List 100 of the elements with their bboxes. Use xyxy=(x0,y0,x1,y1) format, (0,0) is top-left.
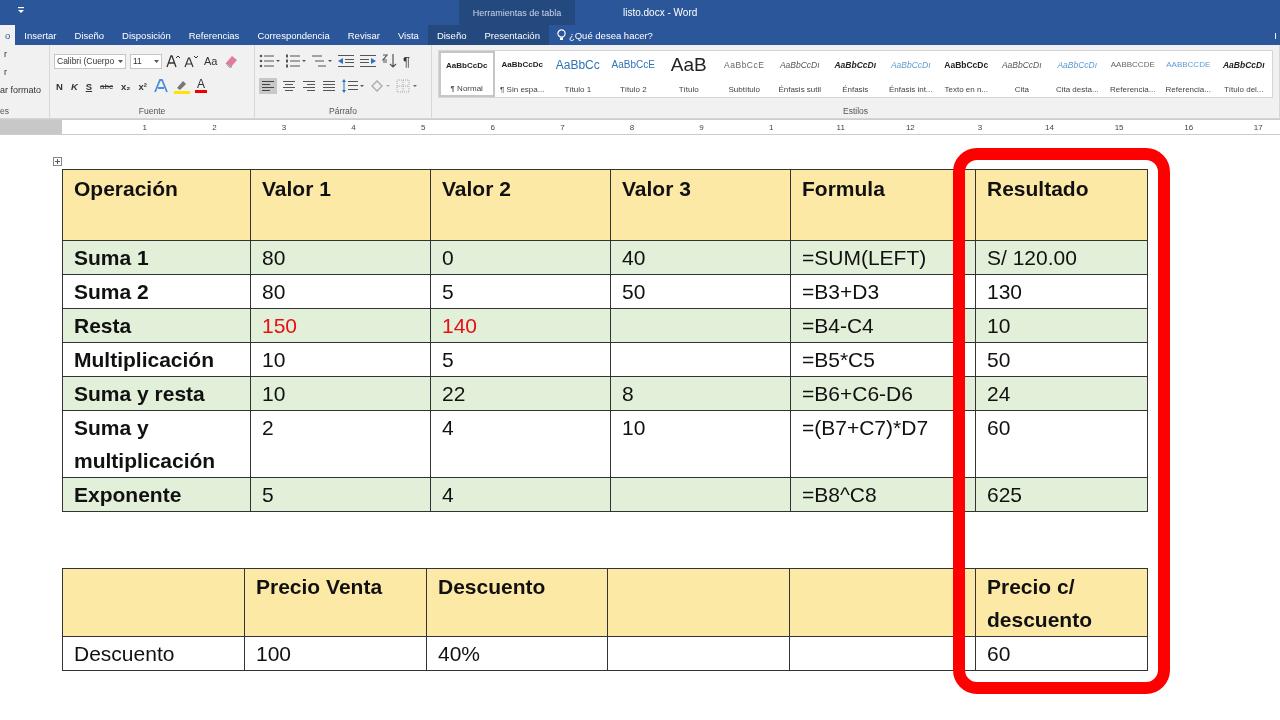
context-label: Herramientas de tabla xyxy=(472,7,562,18)
table-cell: 60 xyxy=(975,636,1148,671)
table-cell: 150 xyxy=(250,308,431,343)
sort-icon[interactable] xyxy=(381,53,397,69)
table-cell: 4 xyxy=(430,477,611,512)
table-cell: Resta xyxy=(62,308,251,343)
dropdown-arrow-icon xyxy=(154,59,159,63)
style-name: ¶ Sin espa... xyxy=(500,85,545,94)
ribbon-tab[interactable]: Disposición xyxy=(113,25,180,45)
ribbon-tab[interactable]: Referencias xyxy=(179,25,249,45)
style-preview: AABBCCDE xyxy=(1166,59,1211,71)
line-spacing-icon[interactable] xyxy=(341,78,365,94)
table-cell: =(B7+C7)*D7 xyxy=(790,410,976,478)
show-marks-button[interactable]: ¶ xyxy=(401,53,412,69)
column-header: Precio c/ descuento xyxy=(975,568,1148,637)
font-color-button[interactable]: A xyxy=(194,79,207,93)
table-cell: 10 xyxy=(975,308,1148,343)
ruler-number: 3 xyxy=(976,122,984,132)
format-button[interactable]: x₂ xyxy=(119,80,133,92)
clipboard-command[interactable]: r xyxy=(0,48,49,60)
table-cell: Suma 1 xyxy=(62,240,251,275)
ribbon-tab[interactable]: o xyxy=(0,25,16,45)
ruler-number: 14 xyxy=(1044,122,1055,132)
style-name: Cita desta... xyxy=(1055,85,1099,94)
style-name: Texto en n... xyxy=(944,85,989,94)
align-left-icon[interactable] xyxy=(259,78,277,94)
bullets-icon[interactable] xyxy=(259,54,281,68)
style-name: ¶ Normal xyxy=(450,84,483,93)
style-preview: AaBbCcDı xyxy=(834,59,877,72)
ruler-number: 17 xyxy=(1252,122,1264,132)
decrease-indent-icon[interactable] xyxy=(337,54,355,68)
quick-access-icon[interactable] xyxy=(17,6,25,14)
ribbon-tab[interactable]: Revisar xyxy=(338,25,389,45)
style-preview: AABBCCDE xyxy=(1110,59,1155,71)
clipboard-command[interactable]: ar formato xyxy=(0,84,49,96)
ruler-number: 1 xyxy=(141,122,148,132)
style-name: Referencia... xyxy=(1110,85,1156,94)
align-center-icon[interactable] xyxy=(281,78,297,94)
ribbon-tab[interactable]: Presentación xyxy=(475,25,549,45)
increase-indent-icon[interactable] xyxy=(359,54,377,68)
align-right-icon[interactable] xyxy=(301,78,317,94)
table-cell: 140 xyxy=(430,308,611,343)
table-cell: =B5*C5 xyxy=(790,342,976,377)
table-cell: 10 xyxy=(250,342,431,377)
ruler-number: 15 xyxy=(1113,122,1125,132)
format-button[interactable]: x² xyxy=(136,80,149,92)
ribbon-tab[interactable]: Insertar xyxy=(15,25,66,45)
group-label: es xyxy=(0,106,10,116)
ribbon-tab[interactable]: Correspondencia xyxy=(248,25,339,45)
format-button[interactable]: S xyxy=(83,80,95,92)
justify-icon[interactable] xyxy=(321,78,337,94)
format-button[interactable]: K xyxy=(68,80,80,92)
column-header: Valor 2 xyxy=(430,169,611,241)
table-cell: 24 xyxy=(975,376,1148,411)
change-case-button[interactable]: Aa xyxy=(202,55,220,67)
group-label: Fuente xyxy=(137,106,167,116)
column-header: Valor 1 xyxy=(250,169,431,241)
group-label: Estilos xyxy=(841,106,869,116)
style-name: Referencia... xyxy=(1165,85,1211,94)
account-link[interactable]: I xyxy=(1274,29,1280,41)
format-button[interactable]: abc xyxy=(98,81,115,91)
clipboard-command[interactable]: r xyxy=(0,66,49,78)
table-cell: Suma 2 xyxy=(62,274,251,309)
table-cell: 50 xyxy=(975,342,1148,377)
numbering-icon[interactable] xyxy=(285,54,307,68)
tell-me-field[interactable]: ¿Qué desea hacer? xyxy=(568,29,689,41)
column-header: Operación xyxy=(62,169,251,241)
ruler-number: 8 xyxy=(628,122,636,132)
style-name: Énfasis xyxy=(842,85,869,94)
style-option[interactable]: AaBbCcDc ¶ Normal xyxy=(439,51,495,97)
style-preview: AaBbCcDı xyxy=(1057,59,1098,72)
table-move-handle-icon[interactable] xyxy=(53,157,62,166)
ribbon-tab[interactable]: Diseño xyxy=(65,25,114,45)
table-cell: 10 xyxy=(610,410,791,478)
font-name-field[interactable]: Calibri (Cuerpo xyxy=(54,53,126,69)
table-cell: 5 xyxy=(250,477,431,512)
style-name: Título 2 xyxy=(619,85,647,94)
ruler-number: 2 xyxy=(211,122,218,132)
column-header: Descuento xyxy=(426,568,608,637)
style-name: Título 1 xyxy=(564,85,592,94)
shrink-font-icon[interactable] xyxy=(184,54,198,68)
dropdown-arrow-icon xyxy=(118,59,123,63)
table-cell: 40 xyxy=(610,240,791,275)
table-cell: 130 xyxy=(975,274,1148,309)
format-button[interactable]: N xyxy=(54,80,65,92)
font-size-field[interactable]: 11 xyxy=(130,53,162,69)
table-cell: 625 xyxy=(975,477,1148,512)
style-preview: AaBbCcDı xyxy=(890,59,931,72)
text-effect-icon[interactable] xyxy=(152,79,169,93)
highlighter-icon[interactable] xyxy=(172,78,191,94)
ruler-number: 6 xyxy=(489,122,496,132)
column-header: Precio Venta xyxy=(244,568,427,637)
ruler-number: 9 xyxy=(698,122,705,132)
grow-font-icon[interactable] xyxy=(166,54,180,68)
table-cell: 0 xyxy=(430,240,611,275)
ribbon-tab[interactable]: Vista xyxy=(388,25,428,45)
table-cell: 40% xyxy=(426,636,608,671)
ribbon-tab[interactable]: Diseño xyxy=(427,25,476,45)
multilevel-list-icon[interactable] xyxy=(311,54,333,68)
ruler-number: 16 xyxy=(1183,122,1195,132)
